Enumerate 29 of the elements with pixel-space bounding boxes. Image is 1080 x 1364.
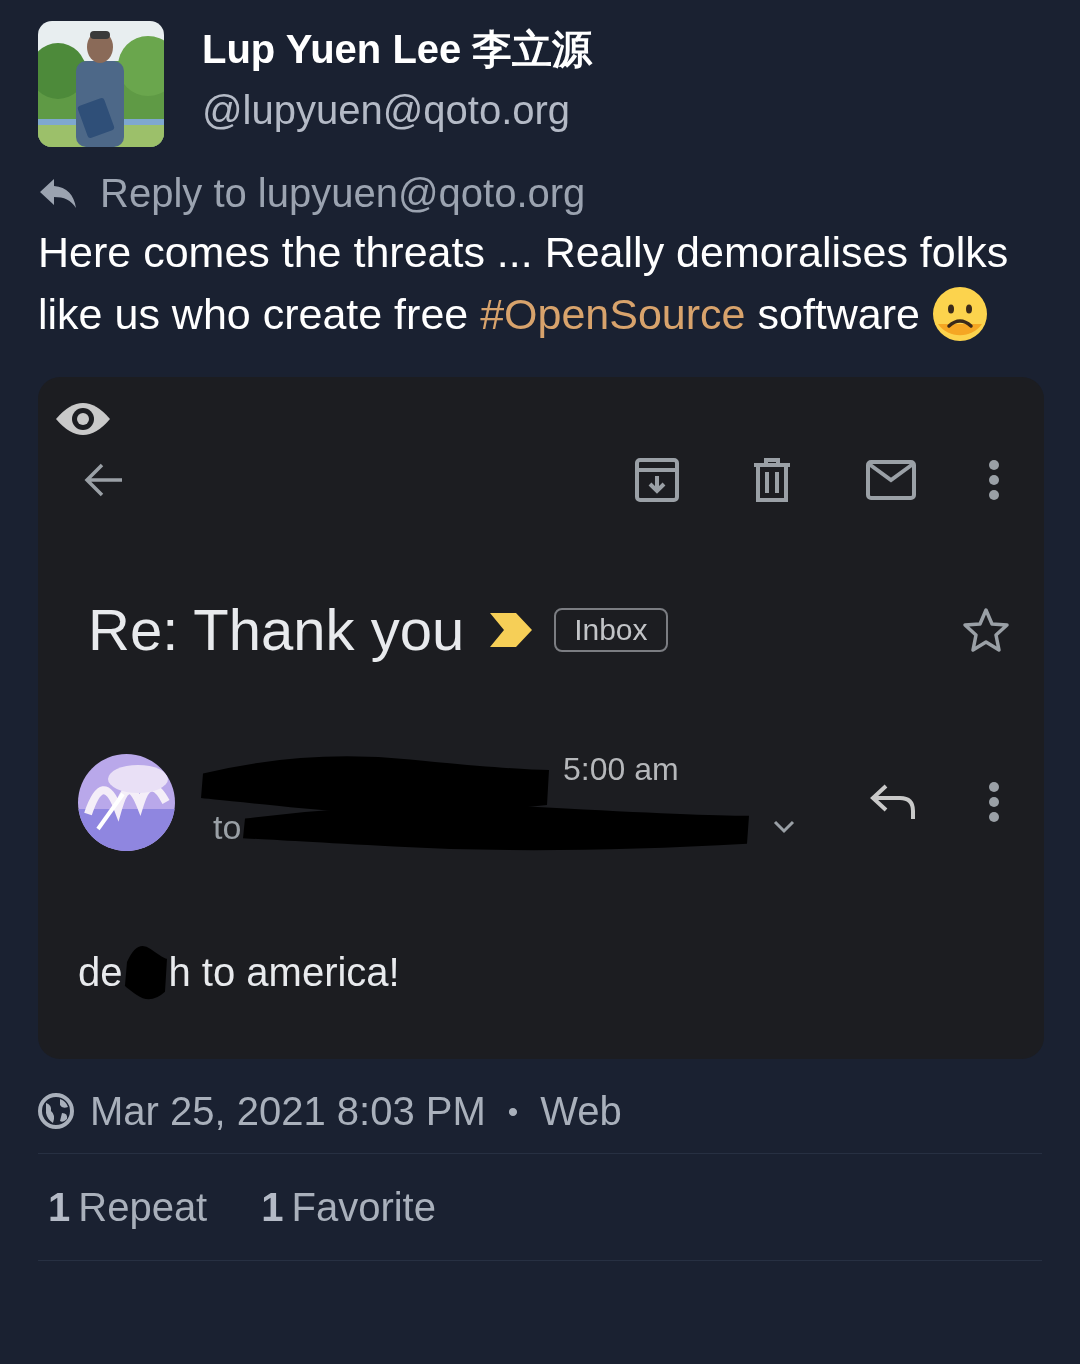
more-icon[interactable] (988, 459, 1000, 501)
archive-icon[interactable] (634, 457, 680, 503)
chevron-down-icon[interactable] (773, 820, 796, 834)
stat-link[interactable]: 1 Repeat (48, 1177, 208, 1237)
star-icon[interactable] (962, 607, 1010, 653)
back-arrow-icon[interactable] (84, 462, 124, 498)
post-date[interactable]: Mar 25, 2021 8:03 PM (90, 1081, 486, 1141)
globe-icon (38, 1093, 74, 1129)
post-source: Web (540, 1088, 622, 1135)
more-icon[interactable] (988, 781, 1000, 823)
author-name[interactable]: Lup Yuen Lee 李立源 (202, 27, 593, 71)
sad-face-icon (931, 285, 988, 342)
hashtag-link[interactable]: #OpenSource (480, 290, 746, 338)
reply-to-label[interactable]: Reply to lupyuen@qoto.org (100, 169, 586, 217)
separator-dot: • (507, 1093, 519, 1130)
attached-screenshot[interactable]: Re: Thank you Inbox 5:00 am to de h to america! (38, 377, 1044, 1059)
email-body-text: h to america! (168, 949, 400, 996)
reply-icon[interactable] (870, 783, 916, 821)
author-handle[interactable]: @lupyuen@qoto.org (202, 87, 593, 133)
to-label: to (213, 806, 242, 848)
email-body-text: de (78, 949, 123, 996)
post-text: Here comes the threats ... Really demoralises folks like us who create free #OpenSource software (38, 221, 1042, 345)
mail-icon[interactable] (866, 460, 916, 500)
inbox-label[interactable]: Inbox (554, 608, 668, 652)
email-subject: Re: Thank you (88, 596, 465, 664)
reply-icon (38, 177, 78, 209)
trash-icon[interactable] (752, 457, 792, 503)
stat-link[interactable]: 1 Favorite (261, 1177, 436, 1237)
email-time: 5:00 am (563, 750, 679, 789)
